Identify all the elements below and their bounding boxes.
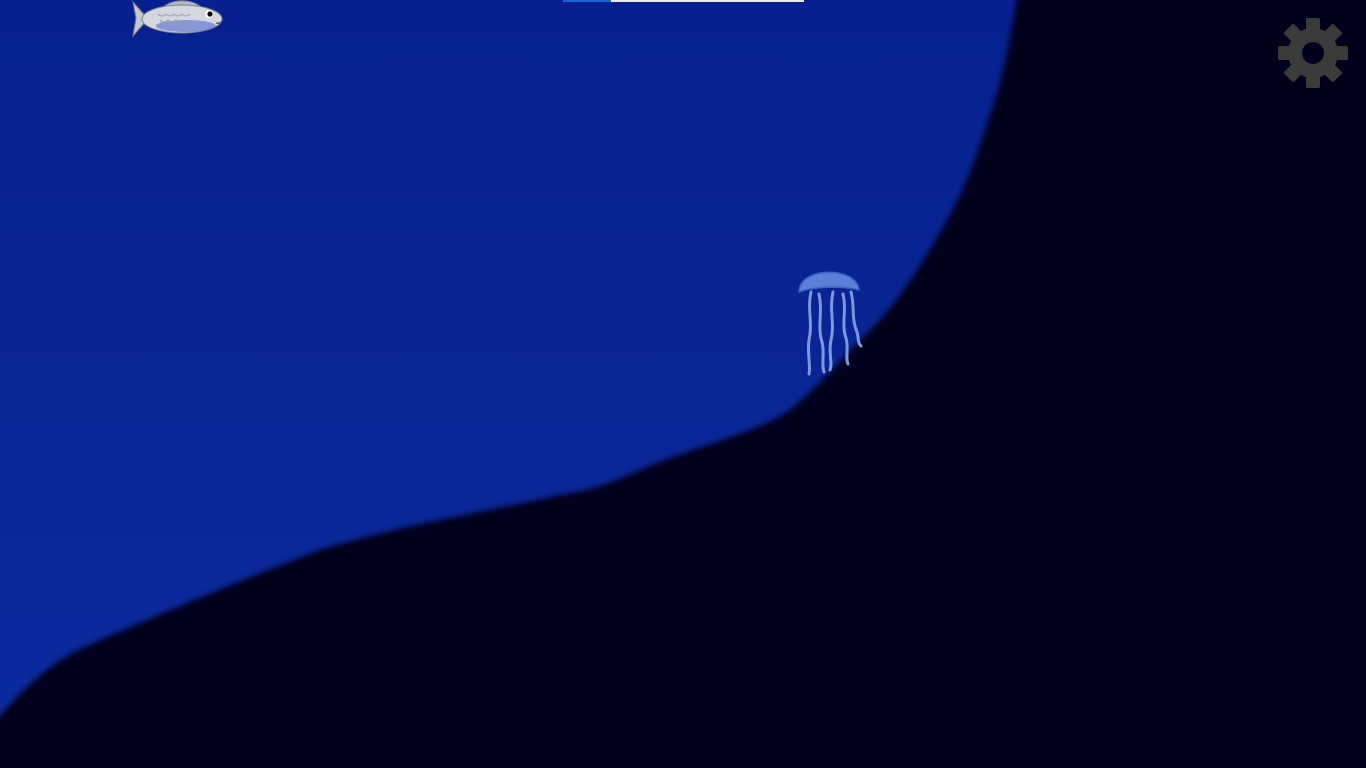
settings-button[interactable]: [1276, 16, 1350, 90]
gear-icon: [1278, 18, 1348, 88]
jellyfish-tentacles: [806, 290, 863, 376]
fish-pupil: [207, 11, 213, 17]
jellyfish-bell: [798, 271, 860, 294]
gear-hole: [1302, 42, 1324, 64]
level-progress-bar: [563, 0, 804, 2]
fish-sprite: [132, 0, 223, 38]
game-scene: [0, 0, 1366, 768]
ocean-background: [0, 0, 1366, 768]
jellyfish-sprite: [798, 271, 863, 376]
level-progress-fill: [563, 0, 612, 2]
